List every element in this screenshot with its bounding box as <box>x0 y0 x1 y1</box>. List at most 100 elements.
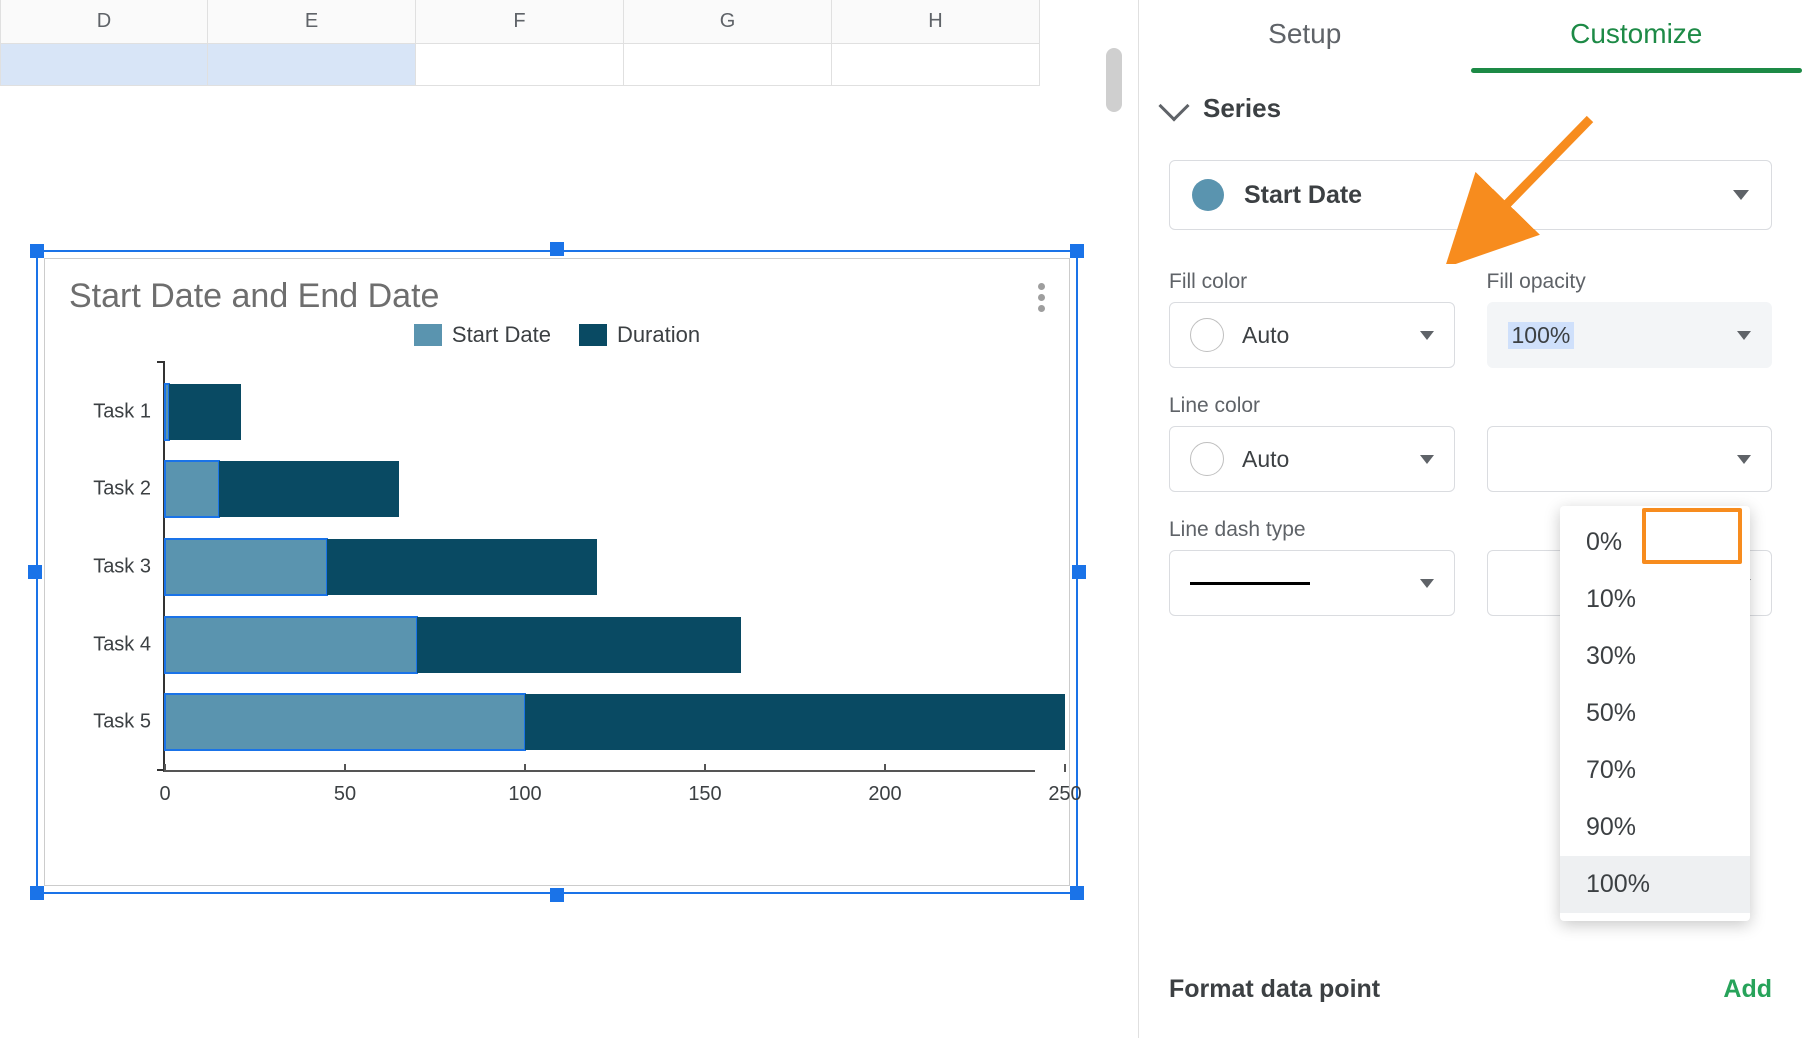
dropdown-value: 100% <box>1508 322 1575 349</box>
bar-duration[interactable] <box>525 694 1065 750</box>
vertical-scrollbar[interactable] <box>1106 48 1122 112</box>
bar-start-date[interactable] <box>165 461 219 517</box>
bar-start-date[interactable] <box>165 694 525 750</box>
x-tick-icon <box>164 764 166 772</box>
chart-title[interactable]: Start Date and End Date <box>69 277 1045 316</box>
x-tick-label: 200 <box>868 783 901 806</box>
legend-label: Start Date <box>452 322 551 348</box>
x-tick-icon <box>704 764 706 772</box>
x-tick-icon <box>1064 764 1066 772</box>
legend-item-duration[interactable]: Duration <box>579 322 700 348</box>
col-header[interactable]: D <box>0 0 208 44</box>
col-header[interactable]: G <box>624 0 832 44</box>
y-tick-label: Task 5 <box>93 711 151 734</box>
bar-start-date[interactable] <box>165 539 327 595</box>
row-1 <box>0 44 1126 86</box>
legend-label: Duration <box>617 322 700 348</box>
resize-handle[interactable] <box>1070 886 1084 900</box>
resize-handle[interactable] <box>1072 565 1086 579</box>
section-title: Series <box>1203 93 1281 124</box>
resize-handle[interactable] <box>550 888 564 902</box>
axis-origin-tick-icon <box>157 361 165 363</box>
label-line-dash: Line dash type <box>1169 518 1455 542</box>
opacity-option[interactable]: 30% <box>1560 628 1750 685</box>
y-tick-label: Task 4 <box>93 633 151 656</box>
x-tick-label: 150 <box>688 783 721 806</box>
resize-handle[interactable] <box>30 244 44 258</box>
opacity-option[interactable]: 10% <box>1560 571 1750 628</box>
dropdown-value: Auto <box>1242 322 1289 349</box>
cell-f1[interactable] <box>416 44 624 86</box>
column-headers: D E F G H <box>0 0 1126 44</box>
cell-g1[interactable] <box>624 44 832 86</box>
editor-tabs: Setup Customize <box>1139 0 1802 68</box>
chevron-down-icon <box>1158 90 1189 121</box>
resize-handle[interactable] <box>550 242 564 256</box>
opacity-option[interactable]: 90% <box>1560 799 1750 856</box>
label-line-opacity <box>1487 394 1773 418</box>
series-name: Start Date <box>1244 181 1362 210</box>
cell-h1[interactable] <box>832 44 1040 86</box>
chart-plot-area: Task 1Task 2Task 3Task 4Task 5 050100150… <box>69 362 1045 812</box>
chart-menu-icon[interactable] <box>1038 283 1045 312</box>
y-axis: Task 1Task 2Task 3Task 4Task 5 <box>69 362 163 812</box>
bar-duration[interactable] <box>219 461 399 517</box>
bar-duration[interactable] <box>169 384 241 440</box>
y-tick-label: Task 3 <box>93 556 151 579</box>
y-tick-label: Task 1 <box>93 400 151 423</box>
dropdown-fill-opacity[interactable]: 100% <box>1487 302 1773 368</box>
tab-customize[interactable]: Customize <box>1471 0 1802 68</box>
x-tick-label: 250 <box>1048 783 1081 806</box>
bar-row <box>165 461 1035 517</box>
opacity-option[interactable]: 50% <box>1560 685 1750 742</box>
color-swatch-icon <box>1190 442 1224 476</box>
caret-down-icon <box>1420 579 1434 588</box>
dropdown-line-color[interactable]: Auto <box>1169 426 1455 492</box>
label-fill-opacity: Fill opacity <box>1487 270 1773 294</box>
x-tick-label: 0 <box>159 783 170 806</box>
bar-row <box>165 384 1035 440</box>
caret-down-icon <box>1733 190 1749 200</box>
cell-e1[interactable] <box>208 44 416 86</box>
bar-duration[interactable] <box>417 617 741 673</box>
legend-swatch-icon <box>579 324 607 346</box>
series-selector[interactable]: Start Date <box>1169 160 1772 230</box>
cell-d1[interactable] <box>0 44 208 86</box>
fill-opacity-menu: 0%10%30%50%70%90%100% <box>1560 506 1750 921</box>
chart-editor-panel: Setup Customize Series Start Date Fill c… <box>1138 0 1802 1038</box>
x-tick-icon <box>524 764 526 772</box>
resize-handle[interactable] <box>30 886 44 900</box>
x-tick-label: 50 <box>334 783 356 806</box>
tab-setup[interactable]: Setup <box>1139 0 1471 68</box>
bar-start-date[interactable] <box>165 617 417 673</box>
bar-duration[interactable] <box>327 539 597 595</box>
caret-down-icon <box>1420 331 1434 340</box>
col-header[interactable]: E <box>208 0 416 44</box>
solid-line-icon <box>1190 582 1310 585</box>
format-data-point-row: Format data point Add <box>1169 975 1772 1004</box>
dropdown-line-opacity[interactable] <box>1487 426 1773 492</box>
chart-object[interactable]: Start Date and End Date Start Date Durat… <box>32 246 1082 898</box>
opacity-option[interactable]: 0% <box>1560 514 1750 571</box>
label-line-color: Line color <box>1169 394 1455 418</box>
legend-item-start-date[interactable]: Start Date <box>414 322 551 348</box>
x-tick-icon <box>344 764 346 772</box>
opacity-option[interactable]: 100% <box>1560 856 1750 913</box>
format-data-point-label: Format data point <box>1169 975 1380 1004</box>
chart-legend: Start Date Duration <box>69 322 1045 348</box>
resize-handle[interactable] <box>1070 244 1084 258</box>
bar-row <box>165 694 1035 750</box>
dropdown-line-dash-type[interactable] <box>1169 550 1455 616</box>
legend-swatch-icon <box>414 324 442 346</box>
opacity-option[interactable]: 70% <box>1560 742 1750 799</box>
col-header[interactable]: H <box>832 0 1040 44</box>
resize-handle[interactable] <box>28 565 42 579</box>
dropdown-value: Auto <box>1242 446 1289 473</box>
dropdown-fill-color[interactable]: Auto <box>1169 302 1455 368</box>
bar-row <box>165 617 1035 673</box>
label-fill-color: Fill color <box>1169 270 1455 294</box>
section-series-toggle[interactable]: Series <box>1139 79 1802 138</box>
add-button[interactable]: Add <box>1723 975 1772 1004</box>
col-header[interactable]: F <box>416 0 624 44</box>
active-tab-underline <box>1471 68 1802 73</box>
